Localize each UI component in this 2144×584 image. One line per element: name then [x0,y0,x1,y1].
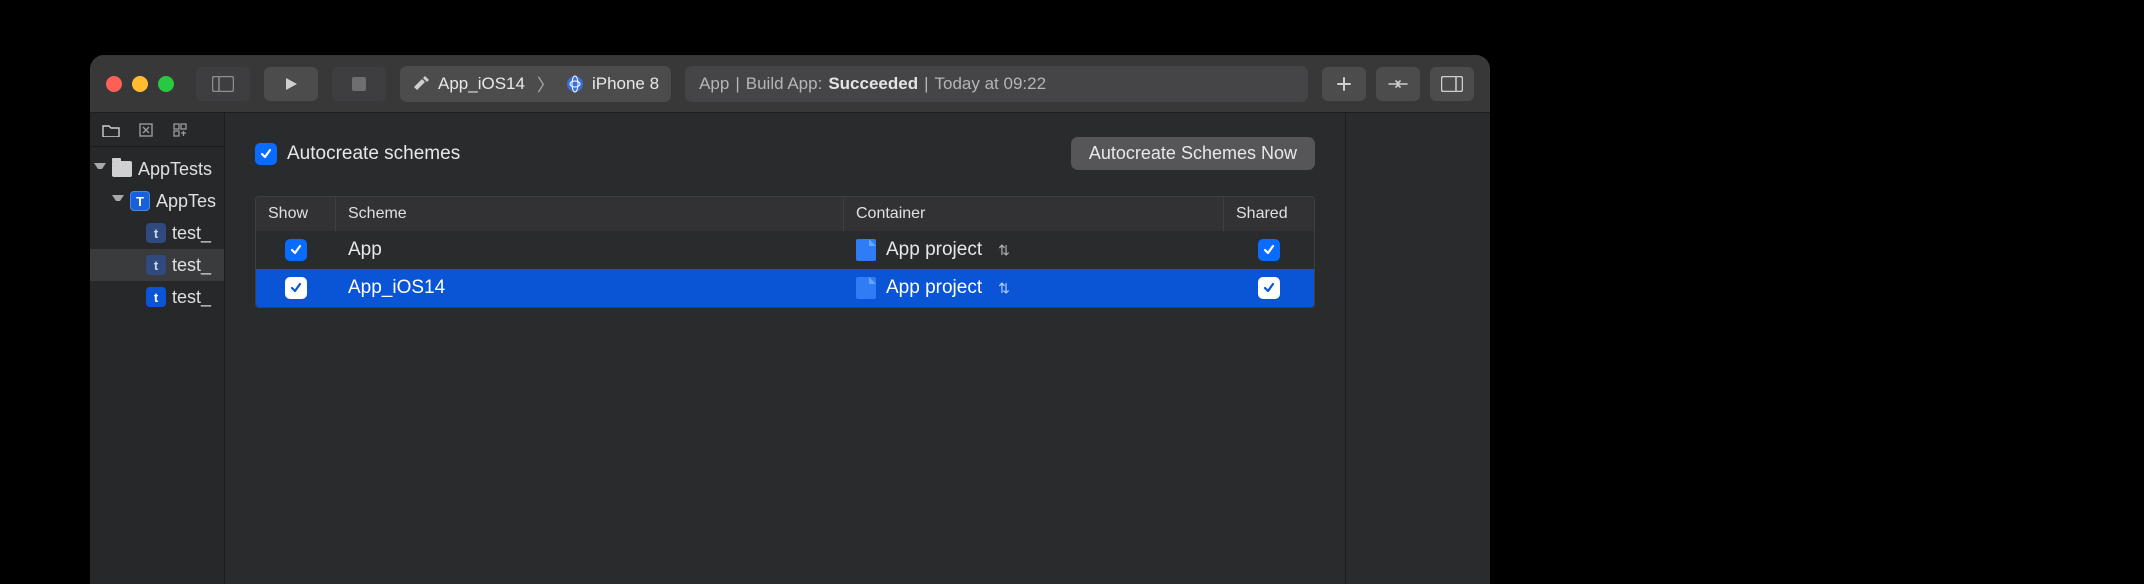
zoom-window-button[interactable] [158,76,174,92]
test-class-icon: T [130,191,150,211]
tree-root-label: AppTests [138,159,212,180]
autocreate-schemes-checkbox[interactable] [255,143,277,165]
test-navigator-tree: AppTests T AppTes t test_ t test_ t t [90,147,224,313]
activity-action-label: Build App: [746,74,823,94]
bundle-icon [112,161,132,177]
run-button[interactable] [264,67,318,101]
scheme-name-label: App [348,239,382,261]
col-shared[interactable]: Shared [1224,197,1314,231]
plus-icon [1336,76,1352,92]
container-label: App project [886,239,982,261]
code-review-button[interactable] [1376,67,1420,101]
autocreate-now-button[interactable]: Autocreate Schemes Now [1071,137,1315,170]
test-method-icon: t [146,223,166,243]
tree-item[interactable]: t test_ [90,249,224,281]
xcode-window: App_iOS14 〉 iPhone 8 App | Build App: Su… [90,55,1490,584]
inspector-panel [1345,113,1490,584]
tree-item[interactable]: t test_ [90,281,224,313]
folder-icon[interactable] [102,123,120,137]
test-method-icon: t [146,287,166,307]
disclosure-triangle-icon[interactable] [112,195,124,207]
window-body: AppTests T AppTes t test_ t test_ t t [90,113,1490,584]
schemes-table: Show Scheme Container Shared App [255,196,1315,308]
toggle-inspector-button[interactable] [1430,67,1474,101]
tree-item-label: test_ [172,223,211,244]
container-cell[interactable]: App project [844,239,1224,261]
col-scheme[interactable]: Scheme [336,197,844,231]
activity-app-label: App [699,74,729,94]
scheme-name-label: App_iOS14 [348,277,445,299]
autocreate-schemes-label: Autocreate schemes [287,143,460,165]
toggle-navigator-button[interactable] [196,67,250,101]
test-method-icon: t [146,255,166,275]
disclosure-triangle-icon[interactable] [94,163,106,175]
navigator-sidebar: AppTests T AppTes t test_ t test_ t t [90,113,225,584]
source-control-icon[interactable] [138,122,154,138]
hammer-icon [412,75,430,93]
stop-button[interactable] [332,67,386,101]
show-scheme-checkbox[interactable] [285,277,307,299]
container-cell[interactable]: App project [844,277,1224,299]
shared-scheme-checkbox[interactable] [1258,277,1280,299]
shared-scheme-checkbox[interactable] [1258,239,1280,261]
activity-time-label: Today at 09:22 [935,74,1047,94]
device-name-label: iPhone 8 [592,74,659,94]
close-window-button[interactable] [106,76,122,92]
scheme-name-cell: App [336,239,844,261]
scheme-name-cell: App_iOS14 [336,277,844,299]
tree-item[interactable]: t test_ [90,217,224,249]
manage-schemes-panel: Autocreate schemes Autocreate Schemes No… [225,113,1345,584]
chevron-right-icon: 〉 [533,71,558,96]
toolbar-right-group [1322,67,1474,101]
tree-item-label: test_ [172,287,211,308]
toolbar: App_iOS14 〉 iPhone 8 App | Build App: Su… [90,55,1490,113]
symbols-icon[interactable] [172,122,188,138]
scheme-selector[interactable]: App_iOS14 〉 iPhone 8 [400,66,671,102]
table-row[interactable]: App App project [256,231,1314,269]
tree-item-label: test_ [172,255,211,276]
autocreate-bar: Autocreate schemes Autocreate Schemes No… [255,137,1315,170]
xcodeproj-icon [856,277,876,299]
navigator-tabs [90,113,224,147]
activity-view[interactable]: App | Build App: Succeeded | Today at 09… [685,66,1308,102]
tree-group-label: AppTes [156,191,216,212]
tree-root[interactable]: AppTests [90,153,224,185]
activity-status-label: Succeeded [828,74,918,94]
panel-right-icon [1441,76,1463,92]
arrows-icon [1387,77,1409,91]
show-scheme-checkbox[interactable] [285,239,307,261]
container-label: App project [886,277,982,299]
xcodeproj-icon [856,239,876,261]
minimize-window-button[interactable] [132,76,148,92]
scheme-name-label: App_iOS14 [438,74,525,94]
table-header: Show Scheme Container Shared [256,197,1314,231]
window-controls [106,76,174,92]
col-container[interactable]: Container [844,197,1224,231]
add-button[interactable] [1322,67,1366,101]
col-show[interactable]: Show [256,197,336,231]
device-icon [566,75,584,93]
tree-group[interactable]: T AppTes [90,185,224,217]
table-row[interactable]: App_iOS14 App project [256,269,1314,307]
